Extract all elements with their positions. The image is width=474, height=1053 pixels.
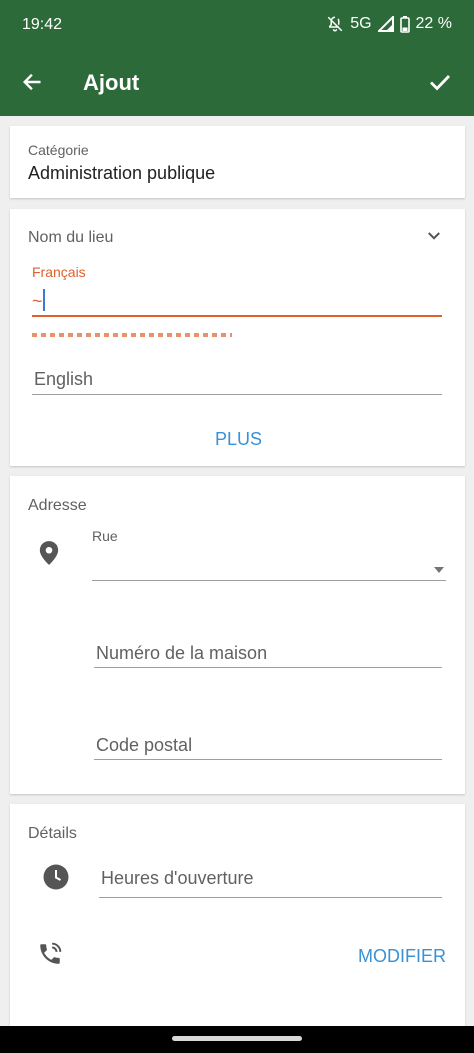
app-bar: Ajout [0, 52, 474, 116]
postal-code-field[interactable]: Code postal [94, 726, 442, 760]
category-value: Administration publique [28, 163, 216, 183]
french-name-field[interactable]: ~ [32, 283, 442, 317]
dropdown-arrow-icon [434, 560, 444, 578]
place-name-title: Nom du lieu [28, 229, 114, 246]
battery-level: 22 % [415, 15, 452, 32]
status-time: 19:42 [22, 16, 63, 33]
chevron-down-icon[interactable] [425, 227, 443, 250]
clock-icon [43, 864, 69, 895]
house-number-field[interactable]: Numéro de la maison [94, 634, 442, 668]
english-name-placeholder: English [34, 369, 94, 389]
status-bar: 19:42 5G 22 % [0, 0, 474, 52]
english-name-field[interactable]: English [32, 359, 442, 395]
details-card: Détails Heures d'ouverture MODIFIER [10, 804, 465, 1026]
text-cursor [43, 289, 45, 311]
battery-icon [399, 15, 410, 33]
house-number-placeholder: Numéro de la maison [96, 643, 268, 663]
postal-code-placeholder: Code postal [96, 735, 193, 755]
page-title: Ajout [83, 70, 140, 95]
category-card[interactable]: Catégorie Administration publique [10, 126, 465, 198]
phone-icon [37, 941, 63, 972]
address-card: Adresse Rue Numéro de la maison Code pos… [10, 476, 465, 794]
back-button[interactable] [16, 68, 48, 100]
french-name-value: ~ [32, 291, 43, 311]
network-label: 5G [350, 15, 372, 32]
error-text-clipped [32, 333, 232, 337]
bell-off-icon [326, 15, 344, 33]
signal-icon [377, 16, 394, 32]
street-dropdown[interactable] [92, 546, 446, 581]
status-icons: 5G 22 % [326, 15, 452, 33]
location-pin-icon [38, 540, 60, 571]
check-icon [428, 70, 452, 99]
home-gesture-handle[interactable] [172, 1036, 302, 1041]
category-label: Catégorie [28, 142, 89, 158]
street-label: Rue [92, 528, 118, 544]
confirm-button[interactable] [424, 68, 456, 100]
details-title: Détails [28, 825, 77, 842]
opening-hours-placeholder: Heures d'ouverture [101, 868, 254, 888]
address-title: Adresse [28, 497, 87, 514]
french-label: Français [32, 264, 86, 280]
more-languages-button[interactable]: PLUS [215, 429, 262, 450]
arrow-back-icon [21, 71, 43, 98]
modify-phone-button[interactable]: MODIFIER [358, 946, 446, 967]
opening-hours-field[interactable]: Heures d'ouverture [99, 864, 442, 898]
place-name-card: Nom du lieu Français ~ English PLUS [10, 209, 465, 466]
navigation-bar [0, 1026, 474, 1053]
